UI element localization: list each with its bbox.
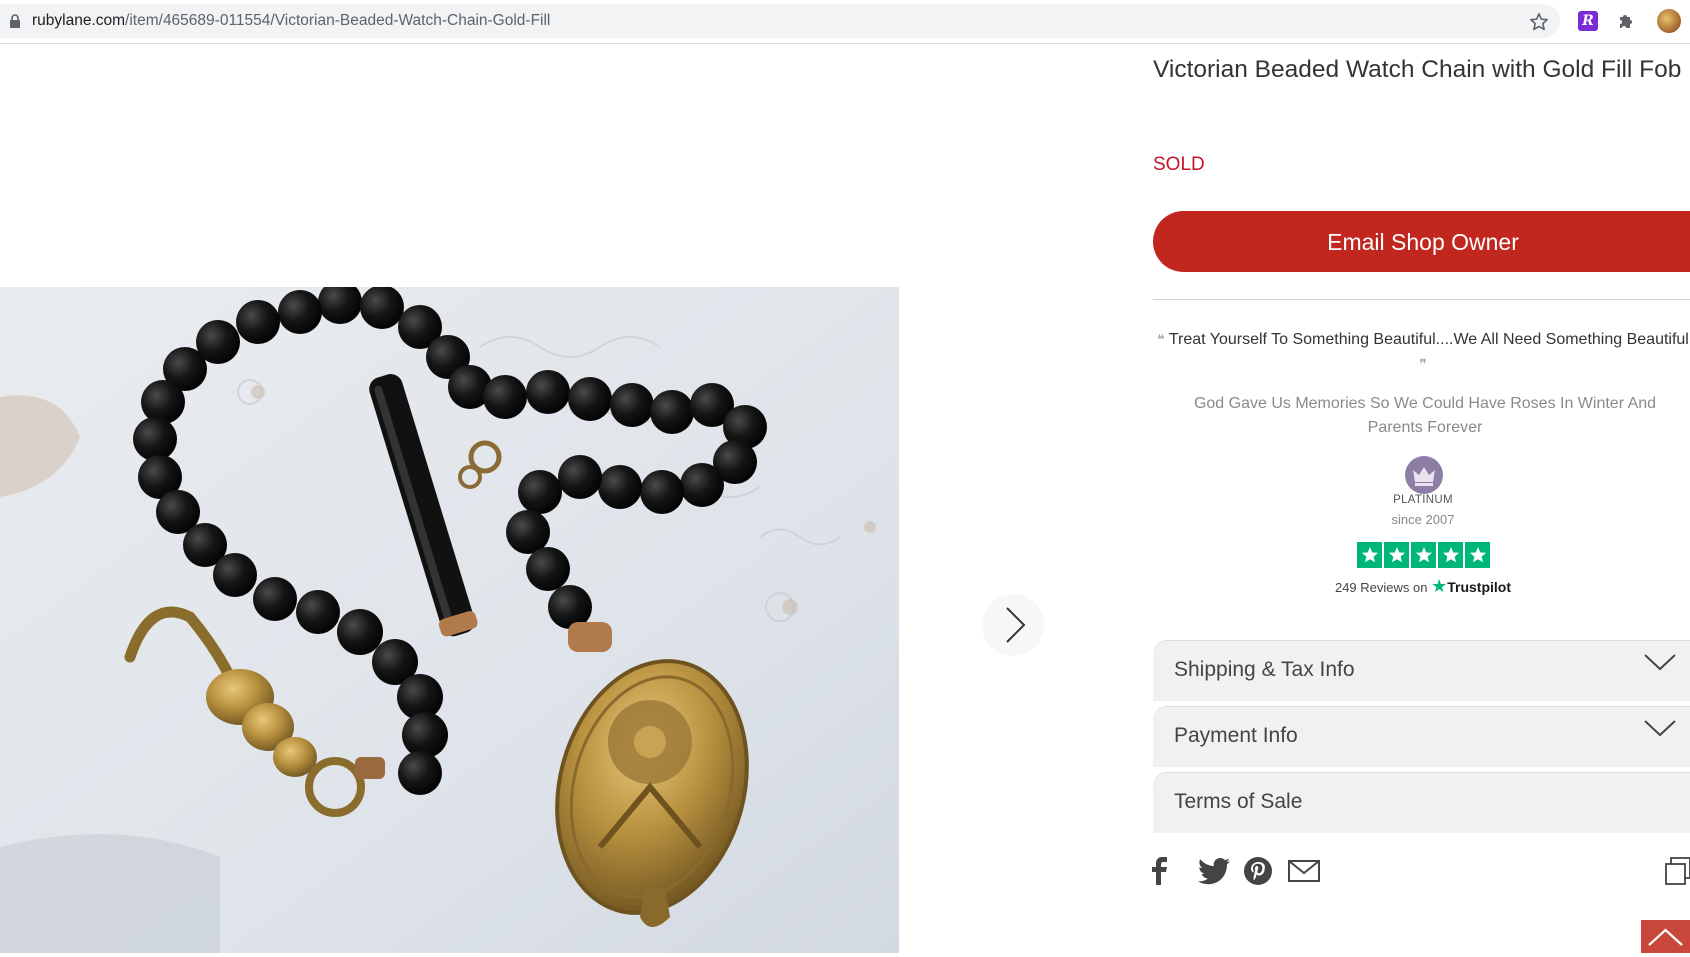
chevron-right-icon: [1006, 607, 1026, 643]
trustpilot-brand: Trustpilot: [1447, 579, 1512, 595]
shop-tagline-text: Treat Yourself To Something Beautiful...…: [1168, 331, 1689, 348]
product-image[interactable]: [0, 287, 899, 953]
chevron-up-icon: [1648, 928, 1683, 946]
close-quote-icon: ❞: [1419, 356, 1427, 372]
chevron-down-icon: [1644, 654, 1676, 671]
url-text[interactable]: rubylane.com/item/465689-011554/Victoria…: [32, 12, 550, 30]
star-icon: [1357, 542, 1382, 568]
reviews-count: 249 Reviews on: [1334, 580, 1428, 595]
shop-motto: God Gave Us Memories So We Could Have Ro…: [1193, 395, 1657, 436]
browser-toolbar: rubylane.com/item/465689-011554/Victoria…: [0, 0, 1690, 44]
bookmark-star-icon[interactable]: [1529, 12, 1549, 32]
sold-status: SOLD: [1153, 154, 1205, 175]
open-quote-icon: ❝: [1157, 331, 1165, 347]
email-shop-owner-button[interactable]: Email Shop Owner: [1153, 211, 1690, 272]
product-title: Victorian Beaded Watch Chain with Gold F…: [1153, 56, 1682, 83]
copy-link-icon[interactable]: [1665, 856, 1690, 886]
shop-tagline: ❝ Treat Yourself To Something Beautiful.…: [1153, 327, 1690, 377]
seller-level: PLATINUM: [1393, 494, 1453, 506]
crown-icon: [1405, 456, 1443, 494]
payment-info-accordion[interactable]: Payment Info: [1153, 706, 1690, 767]
lock-icon[interactable]: [10, 14, 20, 28]
accordion-label: Shipping & Tax Info: [1174, 658, 1355, 681]
address-bar[interactable]: rubylane.com/item/465689-011554/Victoria…: [0, 4, 1560, 38]
pinterest-icon[interactable]: [1243, 856, 1273, 886]
profile-avatar[interactable]: [1657, 9, 1681, 33]
next-image-button[interactable]: [982, 594, 1044, 656]
star-icon: [1438, 542, 1463, 568]
star-icon: [1411, 542, 1436, 568]
trustpilot-reviews-link[interactable]: 249 Reviews on ★Trustpilot: [1153, 576, 1690, 597]
terms-of-sale-accordion[interactable]: Terms of Sale: [1153, 772, 1690, 833]
star-icon: [1465, 542, 1490, 568]
extension-r-icon[interactable]: R: [1578, 11, 1598, 31]
accordion-label: Terms of Sale: [1174, 790, 1303, 813]
accordion-label: Payment Info: [1174, 724, 1298, 747]
facebook-icon[interactable]: [1150, 856, 1170, 886]
shipping-tax-accordion[interactable]: Shipping & Tax Info: [1153, 640, 1690, 701]
url-path: /item/465689-011554/Victorian-Beaded-Wat…: [125, 12, 551, 29]
trustpilot-rating[interactable]: [1357, 542, 1490, 568]
seller-since: since 2007: [1391, 512, 1455, 527]
twitter-icon[interactable]: [1197, 856, 1231, 886]
trustpilot-star-icon: ★: [1431, 576, 1448, 596]
email-share-icon[interactable]: [1287, 856, 1321, 886]
extensions-puzzle-icon[interactable]: [1617, 11, 1637, 31]
star-icon: [1384, 542, 1409, 568]
scroll-to-top-button[interactable]: [1641, 920, 1690, 953]
chevron-down-icon: [1644, 720, 1676, 737]
url-domain: rubylane.com: [32, 12, 126, 29]
divider: [1153, 299, 1690, 300]
